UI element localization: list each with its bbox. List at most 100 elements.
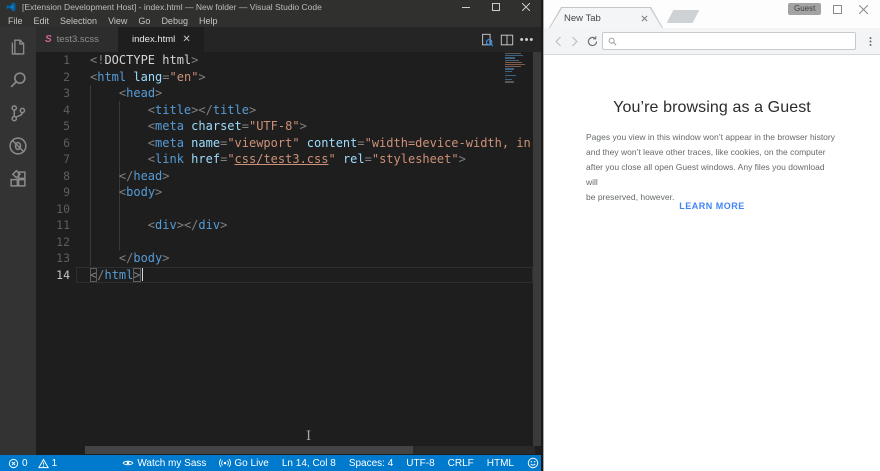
guest-description-line: and they won’t leave other traces, like … bbox=[586, 147, 826, 157]
smiley-icon bbox=[527, 457, 539, 469]
tab-label: test3.scss bbox=[56, 34, 99, 45]
menu-selection[interactable]: Selection bbox=[60, 16, 97, 26]
page-title: You’re browsing as a Guest bbox=[613, 99, 811, 116]
address-bar[interactable] bbox=[602, 32, 856, 50]
status-errors-count[interactable]: 0 bbox=[8, 458, 28, 469]
code-line-5[interactable]: 5 <meta charset="UTF-8"> bbox=[36, 118, 533, 135]
line-number: 13 bbox=[56, 251, 70, 265]
guest-description-line: Pages you view in this window won’t appe… bbox=[586, 132, 835, 142]
browser-tab-new-tab[interactable]: New Tab bbox=[550, 8, 662, 28]
menu-view[interactable]: View bbox=[108, 16, 127, 26]
code-line-13[interactable]: 13 </body> bbox=[36, 250, 533, 267]
status-cursor-position[interactable]: Ln 14, Col 8 bbox=[282, 457, 336, 469]
sass-icon: S bbox=[45, 34, 52, 45]
tab-close-icon[interactable]: ✕ bbox=[182, 34, 190, 45]
status-feedback[interactable] bbox=[527, 457, 539, 469]
status-warnings-count[interactable]: 1 bbox=[37, 458, 57, 469]
chrome-minimize-button[interactable] bbox=[798, 2, 824, 17]
vscode-logo-icon bbox=[6, 2, 16, 12]
menu-file[interactable]: File bbox=[8, 16, 23, 26]
code-line-6[interactable]: 6 <meta name="viewport" content="width=d… bbox=[36, 135, 533, 152]
status-indentation[interactable]: Spaces: 4 bbox=[349, 457, 393, 469]
new-tab-button[interactable] bbox=[666, 10, 700, 23]
code-line-10[interactable]: 10 bbox=[36, 201, 533, 218]
tab-title: New Tab bbox=[564, 12, 601, 24]
status-encoding[interactable]: UTF-8 bbox=[406, 457, 434, 469]
vscode-minimize-button[interactable] bbox=[451, 0, 481, 14]
address-input[interactable] bbox=[621, 34, 855, 48]
code-line-3[interactable]: 3 <head> bbox=[36, 85, 533, 102]
status-go-live[interactable]: Go Live bbox=[219, 457, 269, 469]
error-icon bbox=[8, 458, 19, 469]
menu-edit[interactable]: Edit bbox=[34, 16, 50, 26]
line-number: 3 bbox=[63, 86, 70, 100]
line-number: 12 bbox=[56, 234, 70, 249]
code-line-11[interactable]: 11 <div></div> bbox=[36, 217, 533, 234]
editor-vertical-scrollbar[interactable] bbox=[533, 52, 541, 446]
code-line-4[interactable]: 4 <title></title> bbox=[36, 102, 533, 119]
tab-test3-scss[interactable]: S test3.scss bbox=[36, 27, 118, 52]
chrome-close-button[interactable] bbox=[850, 2, 876, 17]
extensions-icon[interactable] bbox=[6, 167, 30, 191]
code-line-1[interactable]: 1 <!DOCTYPE html> bbox=[36, 52, 533, 69]
text-cursor-pointer: I bbox=[306, 429, 312, 444]
open-preview-icon[interactable] bbox=[477, 33, 497, 47]
code-line-12[interactable]: 12 bbox=[36, 234, 533, 251]
chrome-maximize-button[interactable] bbox=[824, 2, 850, 17]
guest-description-line: after you close all open Guest windows. … bbox=[586, 162, 825, 187]
warning-icon bbox=[37, 458, 49, 469]
menu-go[interactable]: Go bbox=[138, 16, 150, 26]
window-title: [Extension Development Host] - index.htm… bbox=[22, 2, 322, 12]
line-number: 9 bbox=[63, 185, 70, 199]
files-icon[interactable] bbox=[6, 35, 30, 59]
line-number: 14 bbox=[56, 267, 70, 282]
guest-description: Pages you view in this window won’t appe… bbox=[544, 130, 880, 205]
tab-index-html[interactable]: index.html ✕ bbox=[118, 27, 204, 52]
status-language-mode[interactable]: HTML bbox=[487, 457, 514, 469]
line-number: 10 bbox=[56, 201, 70, 216]
split-editor-icon[interactable] bbox=[497, 33, 517, 47]
status-eol[interactable]: CRLF bbox=[448, 457, 474, 469]
minimap[interactable] bbox=[505, 53, 529, 84]
learn-more-link[interactable]: LEARN MORE bbox=[544, 201, 880, 211]
activity-bar bbox=[0, 27, 36, 455]
browser-menu-icon[interactable] bbox=[862, 33, 878, 49]
menu-help[interactable]: Help bbox=[199, 16, 218, 26]
editor-tab-bar: S test3.scss index.html ✕ ••• bbox=[36, 27, 541, 52]
scrollbar-thumb[interactable] bbox=[85, 446, 413, 454]
status-watch-my-sass[interactable]: Watch my Sass bbox=[122, 457, 206, 469]
more-actions-icon[interactable]: ••• bbox=[517, 34, 537, 46]
chrome-toolbar bbox=[544, 28, 880, 55]
vscode-maximize-button[interactable] bbox=[481, 0, 511, 14]
status-bar: 01 Watch my Sass Go Live Ln 14, Col 8 Space… bbox=[0, 455, 541, 471]
tab-close-icon[interactable] bbox=[641, 15, 648, 22]
back-button[interactable] bbox=[550, 33, 566, 49]
code-line-2[interactable]: 2 <html lang="en"> bbox=[36, 69, 533, 86]
code-area[interactable]: 1 <!DOCTYPE html> 2 <html lang="en"> 3 <head… bbox=[36, 52, 533, 283]
forward-button[interactable] bbox=[566, 33, 582, 49]
code-line-9[interactable]: 9 <body> bbox=[36, 184, 533, 201]
source-control-icon[interactable] bbox=[6, 101, 30, 125]
vscode-close-button[interactable] bbox=[511, 0, 541, 14]
tab-label: index.html bbox=[132, 34, 176, 45]
code-editor[interactable]: 1 <!DOCTYPE html> 2 <html lang="en"> 3 <head… bbox=[36, 52, 541, 455]
line-number: 7 bbox=[63, 152, 70, 166]
line-number: 8 bbox=[63, 168, 70, 183]
line-number: 2 bbox=[63, 69, 70, 84]
vscode-window: [Extension Development Host] - index.htm… bbox=[0, 0, 541, 471]
code-line-14[interactable]: 14 </html> bbox=[36, 267, 533, 284]
editor-horizontal-scrollbar[interactable] bbox=[85, 446, 535, 454]
line-number: 5 bbox=[63, 119, 70, 133]
status-left: 01 bbox=[8, 458, 109, 469]
eye-icon bbox=[122, 457, 134, 469]
reload-button[interactable] bbox=[584, 33, 600, 49]
text-caret bbox=[141, 267, 144, 281]
menu-debug[interactable]: Debug bbox=[161, 16, 188, 26]
debug-icon[interactable] bbox=[6, 134, 30, 158]
code-line-8[interactable]: 8 </head> bbox=[36, 168, 533, 185]
search-icon[interactable] bbox=[6, 68, 30, 92]
line-number: 11 bbox=[56, 218, 70, 232]
menubar: File Edit Selection View Go Debug Help bbox=[0, 14, 541, 27]
code-line-7[interactable]: 7 <link href="css/test3.css" rel="styles… bbox=[36, 151, 533, 168]
search-icon bbox=[608, 37, 617, 46]
